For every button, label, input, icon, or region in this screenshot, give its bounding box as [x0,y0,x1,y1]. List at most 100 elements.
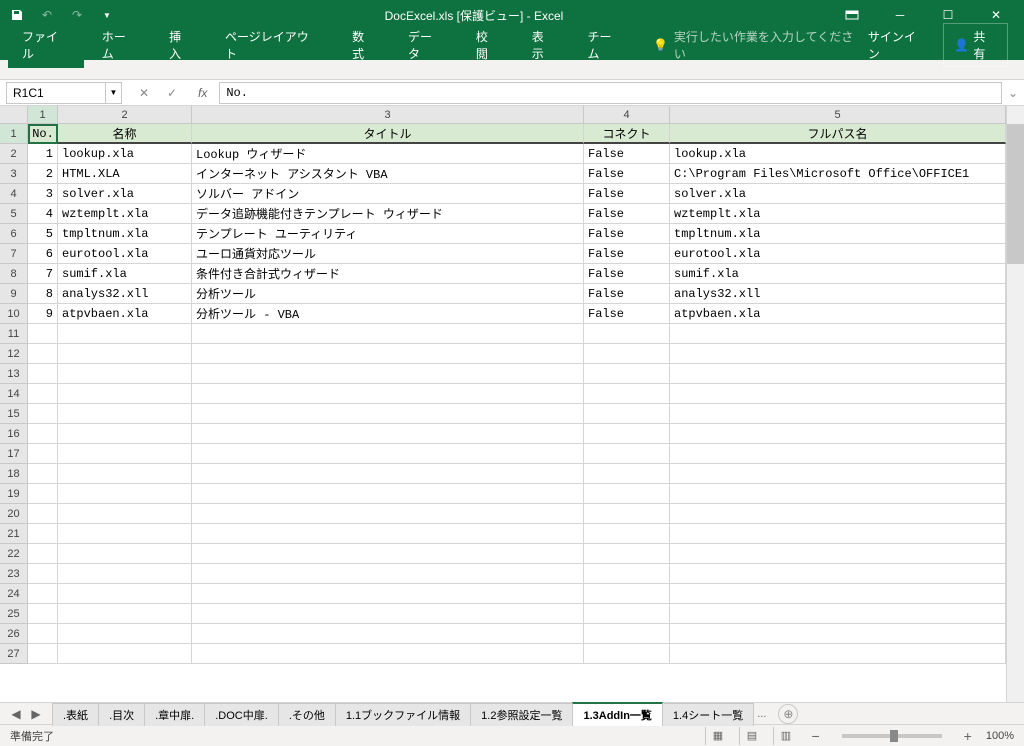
cell[interactable] [28,444,58,464]
sheet-tab[interactable]: .表紙 [52,703,99,726]
cell[interactable]: 1 [28,144,58,164]
row-header[interactable]: 7 [0,244,28,264]
header-cell[interactable]: 名称 [58,124,192,144]
cell[interactable] [58,384,192,404]
cell[interactable]: False [584,144,670,164]
sheet-tab[interactable]: .章中扉. [144,703,205,726]
tab-formulas[interactable]: 数式 [338,22,390,68]
sheet-tab[interactable]: .DOC中扉. [204,703,279,726]
cell[interactable] [28,544,58,564]
col-header[interactable]: 1 [28,106,58,123]
row-header[interactable]: 22 [0,544,28,564]
cell[interactable] [192,624,584,644]
cell[interactable] [670,364,1006,384]
cell[interactable] [192,644,584,664]
cell[interactable]: C:\Program Files\Microsoft Office\OFFICE… [670,164,1006,184]
cell[interactable] [584,504,670,524]
row-header[interactable]: 8 [0,264,28,284]
cell[interactable]: atpvbaen.xla [58,304,192,324]
cell[interactable]: lookup.xla [58,144,192,164]
cell[interactable] [192,324,584,344]
cell[interactable] [28,644,58,664]
cell[interactable]: ユーロ通貨対応ツール [192,244,584,264]
cell[interactable]: analys32.xll [670,284,1006,304]
share-button[interactable]: 👤 共有 [943,23,1008,67]
cell[interactable] [192,344,584,364]
cell[interactable]: False [584,164,670,184]
cell[interactable] [670,624,1006,644]
row-header[interactable]: 11 [0,324,28,344]
cell[interactable] [28,344,58,364]
cell[interactable] [28,464,58,484]
row-header[interactable]: 19 [0,484,28,504]
cell[interactable] [58,404,192,424]
row-header[interactable]: 9 [0,284,28,304]
col-header[interactable]: 2 [58,106,192,123]
ribbon-display-icon[interactable] [832,1,872,29]
vertical-scrollbar[interactable] [1006,106,1024,702]
cell[interactable]: tmpltnum.xla [670,224,1006,244]
cell[interactable] [58,464,192,484]
cell[interactable]: analys32.xll [58,284,192,304]
cell[interactable] [28,584,58,604]
cell[interactable] [670,384,1006,404]
sheet-nav-prev[interactable]: ◀ [8,706,24,722]
cell[interactable] [192,444,584,464]
header-cell[interactable]: コネクト [584,124,670,144]
cell[interactable] [58,524,192,544]
cell[interactable] [670,604,1006,624]
cell[interactable] [584,464,670,484]
cell[interactable]: False [584,304,670,324]
row-header[interactable]: 16 [0,424,28,444]
sheet-tab[interactable]: 1.2参照設定一覧 [470,703,573,726]
cell[interactable] [192,424,584,444]
cell[interactable] [670,524,1006,544]
cell[interactable] [192,384,584,404]
cell[interactable] [28,504,58,524]
cell[interactable] [58,504,192,524]
cell[interactable] [192,544,584,564]
cell[interactable] [58,624,192,644]
cell[interactable] [58,444,192,464]
cell[interactable] [670,584,1006,604]
col-header[interactable]: 5 [670,106,1006,123]
cell[interactable] [584,424,670,444]
row-header[interactable]: 27 [0,644,28,664]
row-header[interactable]: 12 [0,344,28,364]
cell[interactable]: ソルバー アドイン [192,184,584,204]
cell[interactable]: eurotool.xla [670,244,1006,264]
cell[interactable]: 5 [28,224,58,244]
sheet-tab[interactable]: 1.4シート一覧 [662,703,754,726]
cell[interactable] [58,324,192,344]
cell[interactable]: wztemplt.xla [58,204,192,224]
row-header[interactable]: 15 [0,404,28,424]
cell[interactable]: 3 [28,184,58,204]
cell[interactable] [584,344,670,364]
cell[interactable] [584,544,670,564]
undo-icon[interactable]: ↶ [38,6,56,24]
cell[interactable]: False [584,224,670,244]
cell[interactable] [28,624,58,644]
col-header[interactable]: 4 [584,106,670,123]
cell[interactable]: 6 [28,244,58,264]
cell[interactable] [584,644,670,664]
cell[interactable] [28,424,58,444]
cell[interactable] [28,524,58,544]
row-header[interactable]: 25 [0,604,28,624]
tab-team[interactable]: チーム [574,22,637,68]
row-header[interactable]: 26 [0,624,28,644]
cell[interactable]: HTML.XLA [58,164,192,184]
cell[interactable]: 9 [28,304,58,324]
name-box[interactable]: R1C1 [6,82,106,104]
scrollbar-thumb[interactable] [1007,124,1024,264]
row-header[interactable]: 2 [0,144,28,164]
cell[interactable]: tmpltnum.xla [58,224,192,244]
cell[interactable] [58,424,192,444]
sheet-more[interactable]: ... [753,708,770,720]
enter-formula-icon[interactable]: ✓ [162,83,182,103]
cell[interactable] [670,404,1006,424]
row-header[interactable]: 5 [0,204,28,224]
sheet-tab[interactable]: .その他 [278,703,336,726]
cell[interactable]: wztemplt.xla [670,204,1006,224]
cell[interactable] [192,604,584,624]
